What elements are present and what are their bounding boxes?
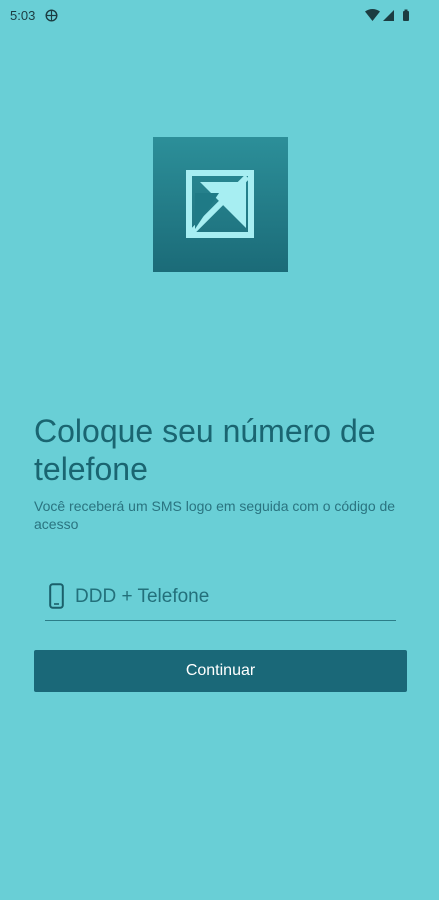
page-subtitle: Você receberá um SMS logo em seguida com… (34, 498, 396, 532)
phone-field[interactable] (45, 578, 396, 621)
continue-button[interactable]: Continuar (34, 650, 407, 692)
location-icon (45, 9, 58, 27)
status-icons (365, 9, 413, 27)
battery-icon (403, 9, 409, 21)
phone-input[interactable] (73, 580, 387, 614)
logo-arrow-icon (186, 170, 254, 238)
app-logo (153, 137, 288, 272)
status-time: 5:03 (10, 8, 36, 23)
wifi-icon (365, 9, 380, 21)
phone-icon (49, 583, 64, 614)
status-bar: 5:03 (0, 0, 439, 32)
page-title: Coloque seu número de telefone (34, 413, 376, 487)
signal-icon (383, 10, 394, 21)
